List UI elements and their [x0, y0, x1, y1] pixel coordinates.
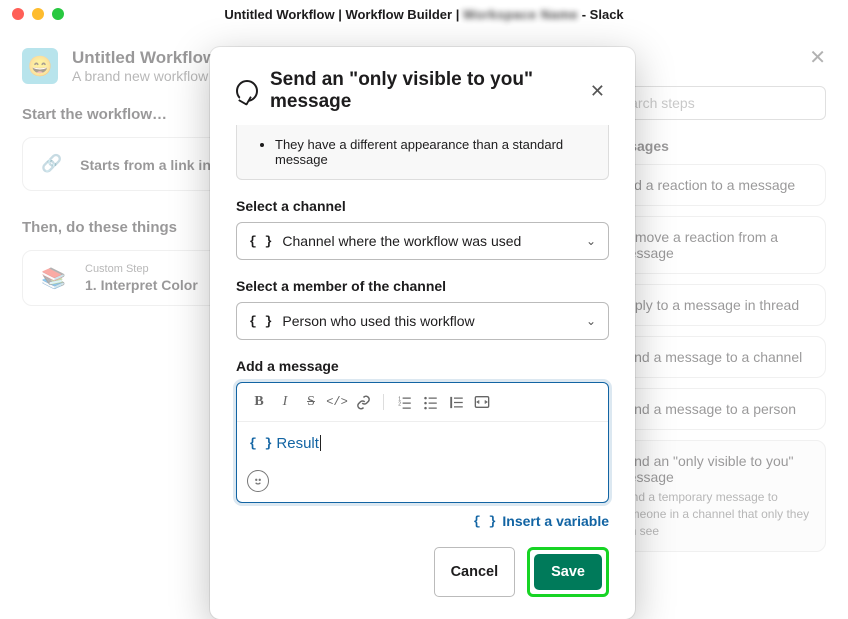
variable-icon: { }	[249, 314, 272, 329]
modal-title: Send an "only visible to you" message	[270, 69, 574, 113]
bullet-list-button[interactable]	[418, 391, 442, 413]
close-icon[interactable]: ✕	[586, 78, 609, 104]
message-body[interactable]: { } Result	[237, 422, 608, 464]
window-titlebar: Untitled Workflow | Workflow Builder | W…	[0, 0, 848, 28]
message-editor[interactable]: B I S </> 12	[236, 382, 609, 503]
select-member-label: Select a member of the channel	[236, 278, 609, 294]
editor-toolbar: B I S </> 12	[237, 383, 608, 422]
chevron-down-icon: ⌄	[586, 234, 596, 248]
send-ephemeral-modal: Send an "only visible to you" message ✕ …	[210, 47, 635, 619]
variable-icon: { }	[473, 514, 496, 529]
strikethrough-button[interactable]: S	[299, 391, 323, 413]
select-member-dropdown[interactable]: { } Person who used this workflow ⌄	[236, 302, 609, 340]
select-channel-label: Select a channel	[236, 198, 609, 214]
select-channel-value: Channel where the workflow was used	[282, 233, 521, 249]
info-bullet: They have a different appearance than a …	[275, 137, 592, 167]
variable-token-text: Result	[276, 435, 319, 452]
variable-icon: { }	[249, 234, 272, 249]
save-highlight-box: Save	[527, 547, 609, 597]
svg-text:2: 2	[398, 401, 401, 407]
code-block-button[interactable]	[470, 391, 494, 413]
message-bubble-icon	[236, 80, 258, 102]
italic-button[interactable]: I	[273, 391, 297, 413]
link-button[interactable]	[351, 391, 375, 413]
window-title: Untitled Workflow | Workflow Builder | W…	[0, 7, 848, 22]
insert-variable-link[interactable]: { } Insert a variable	[236, 513, 609, 529]
cancel-button[interactable]: Cancel	[434, 547, 516, 597]
save-button[interactable]: Save	[534, 554, 602, 590]
emoji-picker-button[interactable]	[247, 470, 269, 492]
select-channel-dropdown[interactable]: { } Channel where the workflow was used …	[236, 222, 609, 260]
variable-token[interactable]: { } Result	[249, 435, 319, 452]
info-box: They have a different appearance than a …	[236, 125, 609, 180]
bold-button[interactable]: B	[247, 391, 271, 413]
blockquote-button[interactable]	[444, 391, 468, 413]
select-member-value: Person who used this workflow	[282, 313, 474, 329]
chevron-down-icon: ⌄	[586, 314, 596, 328]
variable-icon: { }	[249, 436, 272, 451]
add-message-label: Add a message	[236, 358, 609, 374]
text-cursor	[320, 435, 321, 451]
ordered-list-button[interactable]: 12	[392, 391, 416, 413]
code-button[interactable]: </>	[325, 391, 349, 413]
toolbar-separator	[383, 394, 384, 410]
